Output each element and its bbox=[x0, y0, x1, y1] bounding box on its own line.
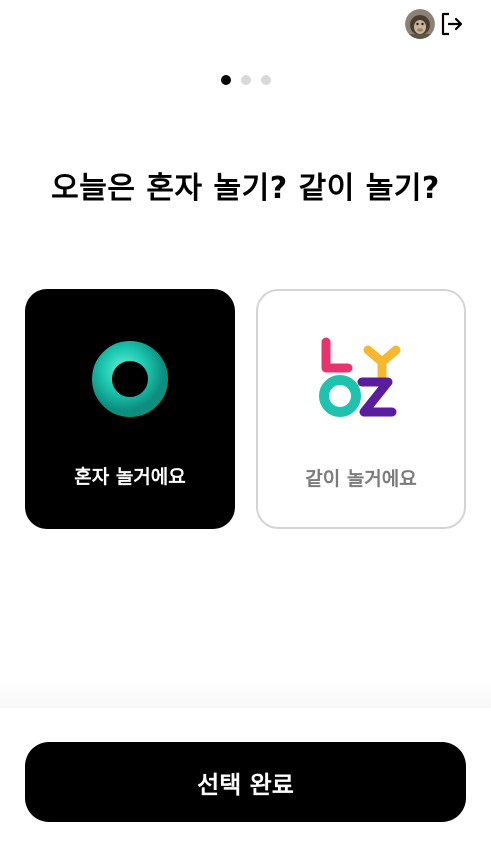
top-bar bbox=[405, 9, 465, 39]
option-card-solo[interactable]: 혼자 놀거에요 bbox=[25, 289, 235, 529]
page-dot-1 bbox=[220, 75, 231, 85]
ring-icon bbox=[92, 341, 168, 417]
logout-icon[interactable] bbox=[439, 11, 465, 37]
option-label-together: 같이 놀거에요 bbox=[305, 468, 417, 490]
page-dot-2 bbox=[240, 75, 251, 85]
bottom-shadow bbox=[0, 680, 491, 710]
page-dot-3 bbox=[260, 75, 271, 85]
option-label-solo: 혼자 놀거에요 bbox=[74, 466, 186, 488]
page-indicator bbox=[0, 75, 491, 85]
page-title: 오늘은 혼자 놀기? 같이 놀기? bbox=[51, 171, 440, 206]
option-card-together[interactable]: 같이 놀거에요 bbox=[256, 289, 466, 529]
choice-screen: 오늘은 혼자 놀기? 같이 놀기? 혼자 놀거에요 같이 놀거에요 선택 완료 bbox=[0, 0, 491, 857]
user-avatar-icon[interactable] bbox=[405, 9, 435, 39]
letters-logo-icon bbox=[319, 337, 401, 417]
submit-button[interactable]: 선택 완료 bbox=[25, 742, 466, 822]
